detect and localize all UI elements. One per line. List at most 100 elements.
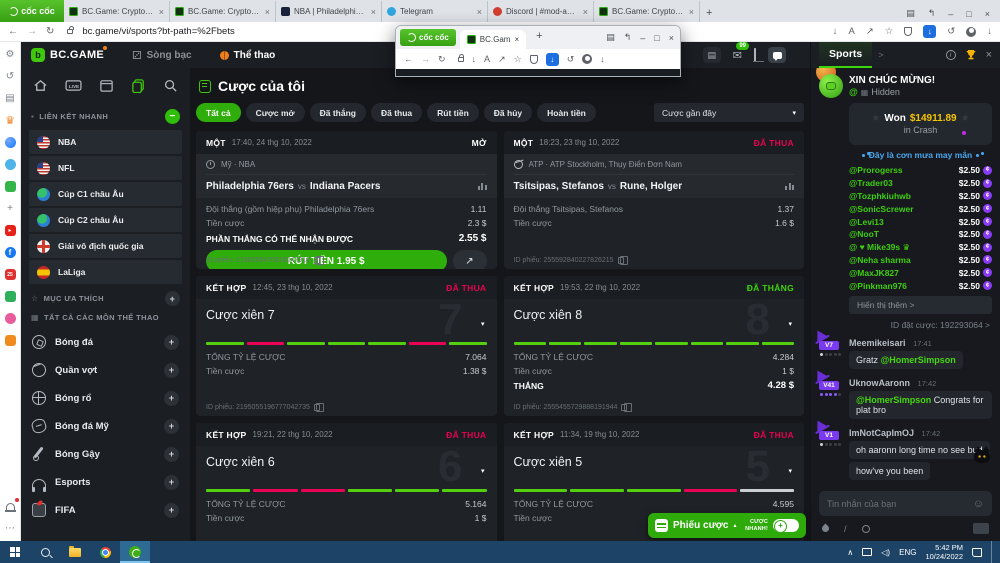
back-button[interactable]: ← bbox=[8, 26, 18, 37]
rain-recipient-row[interactable]: @Tozphkiuhwb $2.50 ¢ bbox=[849, 190, 992, 203]
copy-icon[interactable] bbox=[618, 257, 624, 264]
shopping-cart-icon[interactable] bbox=[5, 335, 16, 346]
extensions-icon[interactable]: ↺ bbox=[947, 26, 955, 37]
sport-item[interactable]: Bóng đá Mỹ + bbox=[29, 412, 182, 440]
messenger-icon[interactable] bbox=[5, 137, 16, 148]
rain-username[interactable]: @Levi13 bbox=[849, 217, 884, 227]
wallet-icon[interactable]: ▤ bbox=[703, 47, 721, 63]
tab-close-icon[interactable]: × bbox=[477, 7, 482, 17]
share-icon[interactable]: ↗ bbox=[498, 54, 506, 65]
quick-link-item[interactable]: Cúp C1 châu Âu bbox=[29, 182, 182, 206]
chevron-down-icon[interactable]: ▾ bbox=[481, 320, 485, 328]
sale-calendar-icon[interactable]: 25 bbox=[5, 269, 16, 280]
crown-icon[interactable]: ♛ bbox=[4, 114, 17, 127]
show-desktop-button[interactable] bbox=[991, 541, 994, 563]
taskbar-search-icon[interactable] bbox=[30, 541, 60, 563]
file-explorer-icon[interactable] bbox=[60, 541, 90, 563]
sport-item[interactable]: Esports + bbox=[29, 468, 182, 496]
filter-pill[interactable]: Tất cả bbox=[196, 103, 241, 122]
search-icon[interactable] bbox=[163, 78, 178, 93]
rain-username[interactable]: @Trader03 bbox=[849, 178, 893, 188]
extensions-icon[interactable]: ↺ bbox=[567, 54, 575, 65]
chat-input-box[interactable]: ☺ bbox=[819, 491, 992, 516]
tab-search-icon[interactable]: ▤ bbox=[906, 8, 915, 19]
rain-username[interactable]: @Prorogerss bbox=[849, 165, 903, 175]
minimize-button[interactable]: – bbox=[640, 33, 645, 43]
chat-username[interactable]: UknowAaronn bbox=[849, 378, 910, 388]
profile-avatar-icon[interactable] bbox=[582, 54, 592, 64]
browser-tab[interactable]: BC.Game: Crypto Casino Gam × bbox=[64, 1, 170, 22]
lock-icon[interactable] bbox=[458, 57, 464, 62]
share-bet-button[interactable]: ↗ bbox=[453, 250, 487, 269]
filter-pill[interactable]: Đã thua bbox=[371, 103, 422, 122]
address-bar[interactable] bbox=[82, 26, 382, 37]
sport-item[interactable]: Quần vợt + bbox=[29, 356, 182, 384]
save-page-icon[interactable]: ↓ bbox=[833, 26, 838, 37]
lock-icon[interactable] bbox=[67, 29, 73, 34]
show-more-button[interactable]: Hiển thị thêm > bbox=[849, 296, 992, 314]
social-icon[interactable] bbox=[5, 159, 16, 170]
rain-recipient-row[interactable]: @Pinkman976 $2.50 ¢ bbox=[849, 279, 992, 292]
my-bets-icon[interactable] bbox=[131, 78, 146, 93]
chevron-down-icon[interactable]: ▾ bbox=[481, 467, 485, 475]
chat-tab-sports[interactable]: Sports bbox=[819, 42, 872, 68]
feed-icon[interactable]: ▤ bbox=[4, 92, 17, 105]
action-center-icon[interactable] bbox=[972, 548, 982, 557]
bell-icon[interactable] bbox=[754, 49, 756, 61]
games-icon[interactable] bbox=[5, 181, 16, 192]
quick-link-item[interactable]: NBA bbox=[29, 130, 182, 154]
coccoc-menu-button[interactable]: cốc cốc bbox=[400, 29, 456, 46]
match-row[interactable]: Philadelphia 76ers vs Indiana Pacers bbox=[206, 175, 487, 198]
copy-icon[interactable] bbox=[314, 404, 320, 411]
tab-close-icon[interactable]: × bbox=[583, 7, 588, 17]
tab-close-icon[interactable]: × bbox=[514, 35, 519, 44]
bcgame-logo[interactable]: b BC.GAME bbox=[31, 48, 104, 62]
translate-icon[interactable]: A bbox=[484, 54, 490, 64]
add-shortcut-icon[interactable]: + bbox=[4, 202, 17, 215]
gift-icon[interactable] bbox=[5, 291, 16, 302]
chat-toggle-icon[interactable] bbox=[768, 47, 786, 63]
browser-tab[interactable]: NBA | Philadelphia 76ers vs I × bbox=[276, 1, 382, 22]
browser-tab[interactable]: Telegram × bbox=[382, 1, 488, 22]
bookmark-star-icon[interactable]: ☆ bbox=[885, 26, 894, 37]
rain-recipient-row[interactable]: @Trader03 $2.50 ¢ bbox=[849, 177, 992, 190]
network-icon[interactable] bbox=[862, 548, 872, 556]
rain-recipient-row[interactable]: @ ♥ Mike39s ♛ $2.50 ¢ bbox=[849, 241, 992, 254]
rain-recipient-row[interactable]: @Neha sharma $2.50 ¢ bbox=[849, 254, 992, 267]
coccoc-menu-button[interactable]: cốc cốc bbox=[0, 0, 64, 22]
nav-sports[interactable]: Thể thao bbox=[220, 50, 276, 61]
expand-sport-button[interactable]: + bbox=[164, 419, 179, 434]
gif-keyboard-icon[interactable] bbox=[973, 523, 989, 534]
restore-tab-icon[interactable]: ↰ bbox=[928, 8, 936, 19]
close-chat-icon[interactable]: × bbox=[986, 49, 992, 61]
mention[interactable]: @HomerSimpson bbox=[856, 395, 931, 405]
collapse-quick-links-button[interactable]: − bbox=[165, 109, 180, 124]
rain-username[interactable]: @ ♥ Mike39s ♛ bbox=[849, 242, 910, 253]
rain-username[interactable]: @NooT bbox=[849, 229, 879, 239]
rain-username[interactable]: @Pinkman976 bbox=[849, 281, 907, 291]
filter-pill[interactable]: Cược mở bbox=[246, 103, 305, 122]
maximize-button[interactable]: □ bbox=[966, 9, 971, 19]
close-button[interactable]: × bbox=[669, 33, 674, 43]
reload-button[interactable]: ↻ bbox=[46, 26, 54, 37]
chevron-down-icon[interactable]: ▾ bbox=[788, 320, 792, 328]
sport-item[interactable]: Bóng đá + bbox=[29, 328, 182, 356]
tab-close-icon[interactable]: × bbox=[689, 7, 694, 17]
quick-link-item[interactable]: NFL bbox=[29, 156, 182, 180]
tab-search-icon[interactable]: ▤ bbox=[606, 32, 615, 43]
copy-icon[interactable] bbox=[621, 404, 627, 411]
adblock-shield-icon[interactable] bbox=[904, 27, 912, 36]
expand-sport-button[interactable]: + bbox=[164, 475, 179, 490]
tray-expand-icon[interactable]: ∧ bbox=[847, 548, 853, 557]
share-icon[interactable]: ↗ bbox=[866, 26, 874, 37]
trophy-icon[interactable] bbox=[965, 49, 977, 61]
info-icon[interactable]: i bbox=[946, 50, 956, 60]
chevron-right-icon[interactable]: > bbox=[878, 50, 883, 60]
rain-icon[interactable] bbox=[821, 524, 831, 534]
rain-recipient-row[interactable]: @NooT $2.50 ¢ bbox=[849, 228, 992, 241]
volume-icon[interactable]: ◁) bbox=[881, 548, 890, 557]
rain-username[interactable]: @Tozphkiuhwb bbox=[849, 191, 911, 201]
youtube-icon[interactable]: ▸ bbox=[5, 225, 16, 236]
sport-item[interactable]: FIFA + bbox=[29, 496, 182, 524]
calendar-icon[interactable] bbox=[99, 78, 114, 93]
